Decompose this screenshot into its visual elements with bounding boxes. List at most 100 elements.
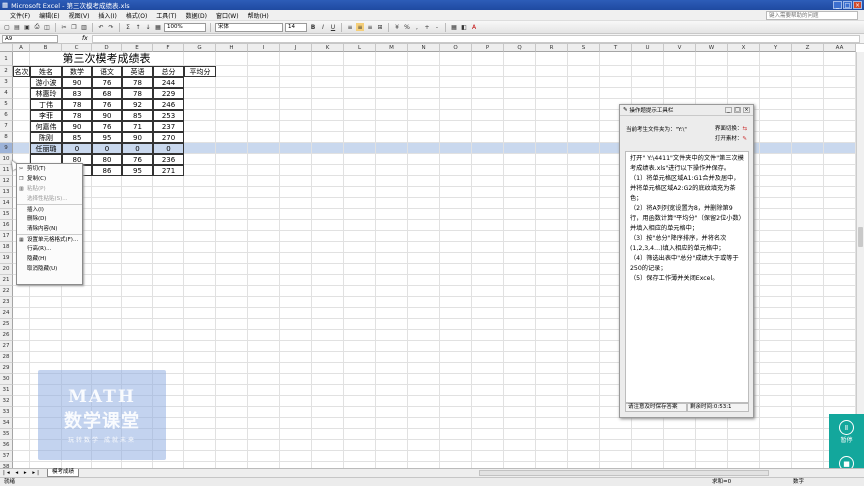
cell[interactable]: [184, 407, 216, 418]
cell[interactable]: [792, 275, 824, 286]
cell[interactable]: [312, 231, 344, 242]
cell[interactable]: [504, 220, 536, 231]
cell[interactable]: [216, 99, 248, 110]
preview-icon[interactable]: ◫: [43, 23, 51, 31]
cell[interactable]: 90: [62, 77, 92, 88]
cell[interactable]: [536, 121, 568, 132]
cell[interactable]: [408, 418, 440, 429]
cell[interactable]: [600, 77, 632, 88]
cell[interactable]: [632, 429, 664, 440]
cell[interactable]: [824, 99, 856, 110]
cell[interactable]: [280, 275, 312, 286]
cell[interactable]: [248, 187, 280, 198]
cell[interactable]: [344, 451, 376, 462]
column-header-X[interactable]: X: [728, 44, 760, 52]
cell[interactable]: [824, 385, 856, 396]
row-header[interactable]: 6: [0, 110, 13, 121]
cell[interactable]: [536, 176, 568, 187]
cell[interactable]: [184, 88, 216, 99]
cell[interactable]: [568, 154, 600, 165]
cell[interactable]: [760, 88, 792, 99]
cell[interactable]: [504, 99, 536, 110]
cell[interactable]: [504, 440, 536, 451]
cell[interactable]: [13, 121, 30, 132]
cell[interactable]: [568, 165, 600, 176]
column-header-T[interactable]: T: [600, 44, 632, 52]
cell[interactable]: [312, 407, 344, 418]
cell[interactable]: 90: [92, 110, 122, 121]
cell[interactable]: 246: [153, 99, 184, 110]
cell[interactable]: [312, 253, 344, 264]
cell[interactable]: 任丽璐: [30, 143, 62, 154]
cell[interactable]: [312, 88, 344, 99]
cell[interactable]: [792, 407, 824, 418]
cell[interactable]: [792, 77, 824, 88]
cell[interactable]: [792, 66, 824, 77]
cell[interactable]: [13, 451, 30, 462]
cell[interactable]: [536, 330, 568, 341]
cell[interactable]: [376, 330, 408, 341]
cell[interactable]: [62, 286, 92, 297]
cell[interactable]: [600, 440, 632, 451]
cell[interactable]: [344, 429, 376, 440]
context-menu-item[interactable]: ✂ 剪切(T): [17, 164, 82, 174]
cell[interactable]: [568, 253, 600, 264]
cell[interactable]: [504, 385, 536, 396]
column-header-D[interactable]: D: [92, 44, 122, 52]
cell[interactable]: 何嘉伟: [30, 121, 62, 132]
fx-icon[interactable]: fx: [82, 35, 88, 42]
cell[interactable]: 0: [92, 143, 122, 154]
cell[interactable]: [792, 231, 824, 242]
cell[interactable]: [376, 253, 408, 264]
cell[interactable]: [248, 88, 280, 99]
cell[interactable]: [760, 187, 792, 198]
cell[interactable]: [280, 198, 312, 209]
cell[interactable]: [760, 407, 792, 418]
cell[interactable]: [792, 385, 824, 396]
cell[interactable]: [344, 143, 376, 154]
cell[interactable]: [216, 374, 248, 385]
cell[interactable]: [568, 341, 600, 352]
cell[interactable]: 80: [92, 154, 122, 165]
cell[interactable]: [472, 220, 504, 231]
cell[interactable]: [312, 187, 344, 198]
cell[interactable]: [472, 396, 504, 407]
cell[interactable]: [184, 187, 216, 198]
cell[interactable]: [376, 363, 408, 374]
cell[interactable]: [440, 231, 472, 242]
row-header[interactable]: 29: [0, 363, 13, 374]
cell[interactable]: [30, 297, 62, 308]
cell[interactable]: [408, 77, 440, 88]
cell[interactable]: [248, 341, 280, 352]
cell[interactable]: [824, 253, 856, 264]
cell[interactable]: [280, 429, 312, 440]
cell[interactable]: [728, 429, 760, 440]
cell[interactable]: [248, 110, 280, 121]
cell[interactable]: [760, 275, 792, 286]
cell[interactable]: [408, 66, 440, 77]
cell[interactable]: [376, 187, 408, 198]
cell[interactable]: [248, 352, 280, 363]
undo-icon[interactable]: ↶: [97, 23, 105, 31]
cell[interactable]: [280, 396, 312, 407]
cell[interactable]: [760, 385, 792, 396]
cell[interactable]: [62, 308, 92, 319]
cell[interactable]: [376, 385, 408, 396]
cell[interactable]: [536, 132, 568, 143]
cell[interactable]: [728, 451, 760, 462]
cell[interactable]: [184, 341, 216, 352]
cell[interactable]: [760, 253, 792, 264]
cell[interactable]: [792, 319, 824, 330]
cell[interactable]: [408, 429, 440, 440]
cell[interactable]: [344, 220, 376, 231]
cell[interactable]: [536, 385, 568, 396]
paste-icon[interactable]: ▥: [80, 23, 88, 31]
cell[interactable]: [408, 352, 440, 363]
cell[interactable]: [312, 297, 344, 308]
sheet-nav-arrows-icon[interactable]: |◂ ◂ ▸ ▸|: [3, 470, 41, 476]
cell[interactable]: [376, 275, 408, 286]
cell[interactable]: [216, 440, 248, 451]
cell[interactable]: [472, 66, 504, 77]
cell[interactable]: [312, 143, 344, 154]
cell[interactable]: [13, 110, 30, 121]
